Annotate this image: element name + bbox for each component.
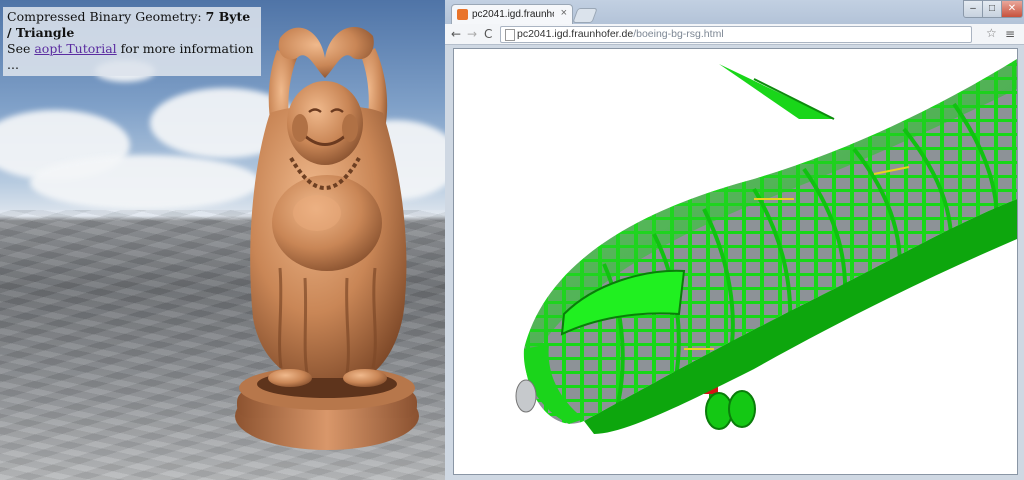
bookmark-star-icon[interactable]: ☆: [986, 26, 997, 40]
url-path: /boeing-bg-rsg.html: [633, 28, 724, 40]
info-overlay: Compressed Binary Geometry: 7 Byte / Tri…: [3, 7, 261, 76]
new-tab-button[interactable]: [572, 8, 598, 23]
menu-icon[interactable]: ≡: [1005, 27, 1015, 41]
tab-title: pc2041.igd.fraunhofer.de: [472, 9, 554, 20]
tab-close-icon[interactable]: ×: [561, 7, 567, 19]
x3d-viewer-canvas[interactable]: Compressed Binary Geometry: 7 Byte / Tri…: [0, 0, 445, 480]
browser-toolbar: ← → C pc2041.igd.fraunhofer.de/boeing-bg…: [445, 24, 1024, 45]
minimize-button[interactable]: –: [963, 0, 983, 18]
browser-titlebar[interactable]: pc2041.igd.fraunhofer.de × – □ ✕: [445, 0, 1024, 25]
info-prefix: Compressed Binary Geometry:: [7, 9, 202, 24]
browser-tab[interactable]: pc2041.igd.fraunhofer.de ×: [451, 4, 573, 25]
close-window-button[interactable]: ✕: [1001, 0, 1023, 18]
reload-button[interactable]: C: [484, 27, 492, 41]
page-icon: [505, 29, 515, 41]
url-text: pc2041.igd.fraunhofer.de/boeing-bg-rsg.h…: [517, 27, 724, 42]
address-bar[interactable]: pc2041.igd.fraunhofer.de/boeing-bg-rsg.h…: [500, 26, 972, 43]
maximize-button[interactable]: □: [982, 0, 1002, 18]
browser-window: pc2041.igd.fraunhofer.de × – □ ✕ ← → C p…: [445, 0, 1024, 480]
info-see: See: [7, 41, 31, 56]
buddha-model: [235, 27, 419, 450]
url-host: pc2041.igd.fraunhofer.de: [517, 28, 634, 40]
forward-button[interactable]: →: [467, 27, 477, 41]
boeing-model: [515, 59, 1017, 434]
favicon-icon: [457, 9, 468, 20]
web-page-viewport[interactable]: [453, 48, 1018, 475]
aopt-tutorial-link[interactable]: aopt Tutorial: [34, 41, 116, 56]
back-button[interactable]: ←: [451, 27, 461, 41]
